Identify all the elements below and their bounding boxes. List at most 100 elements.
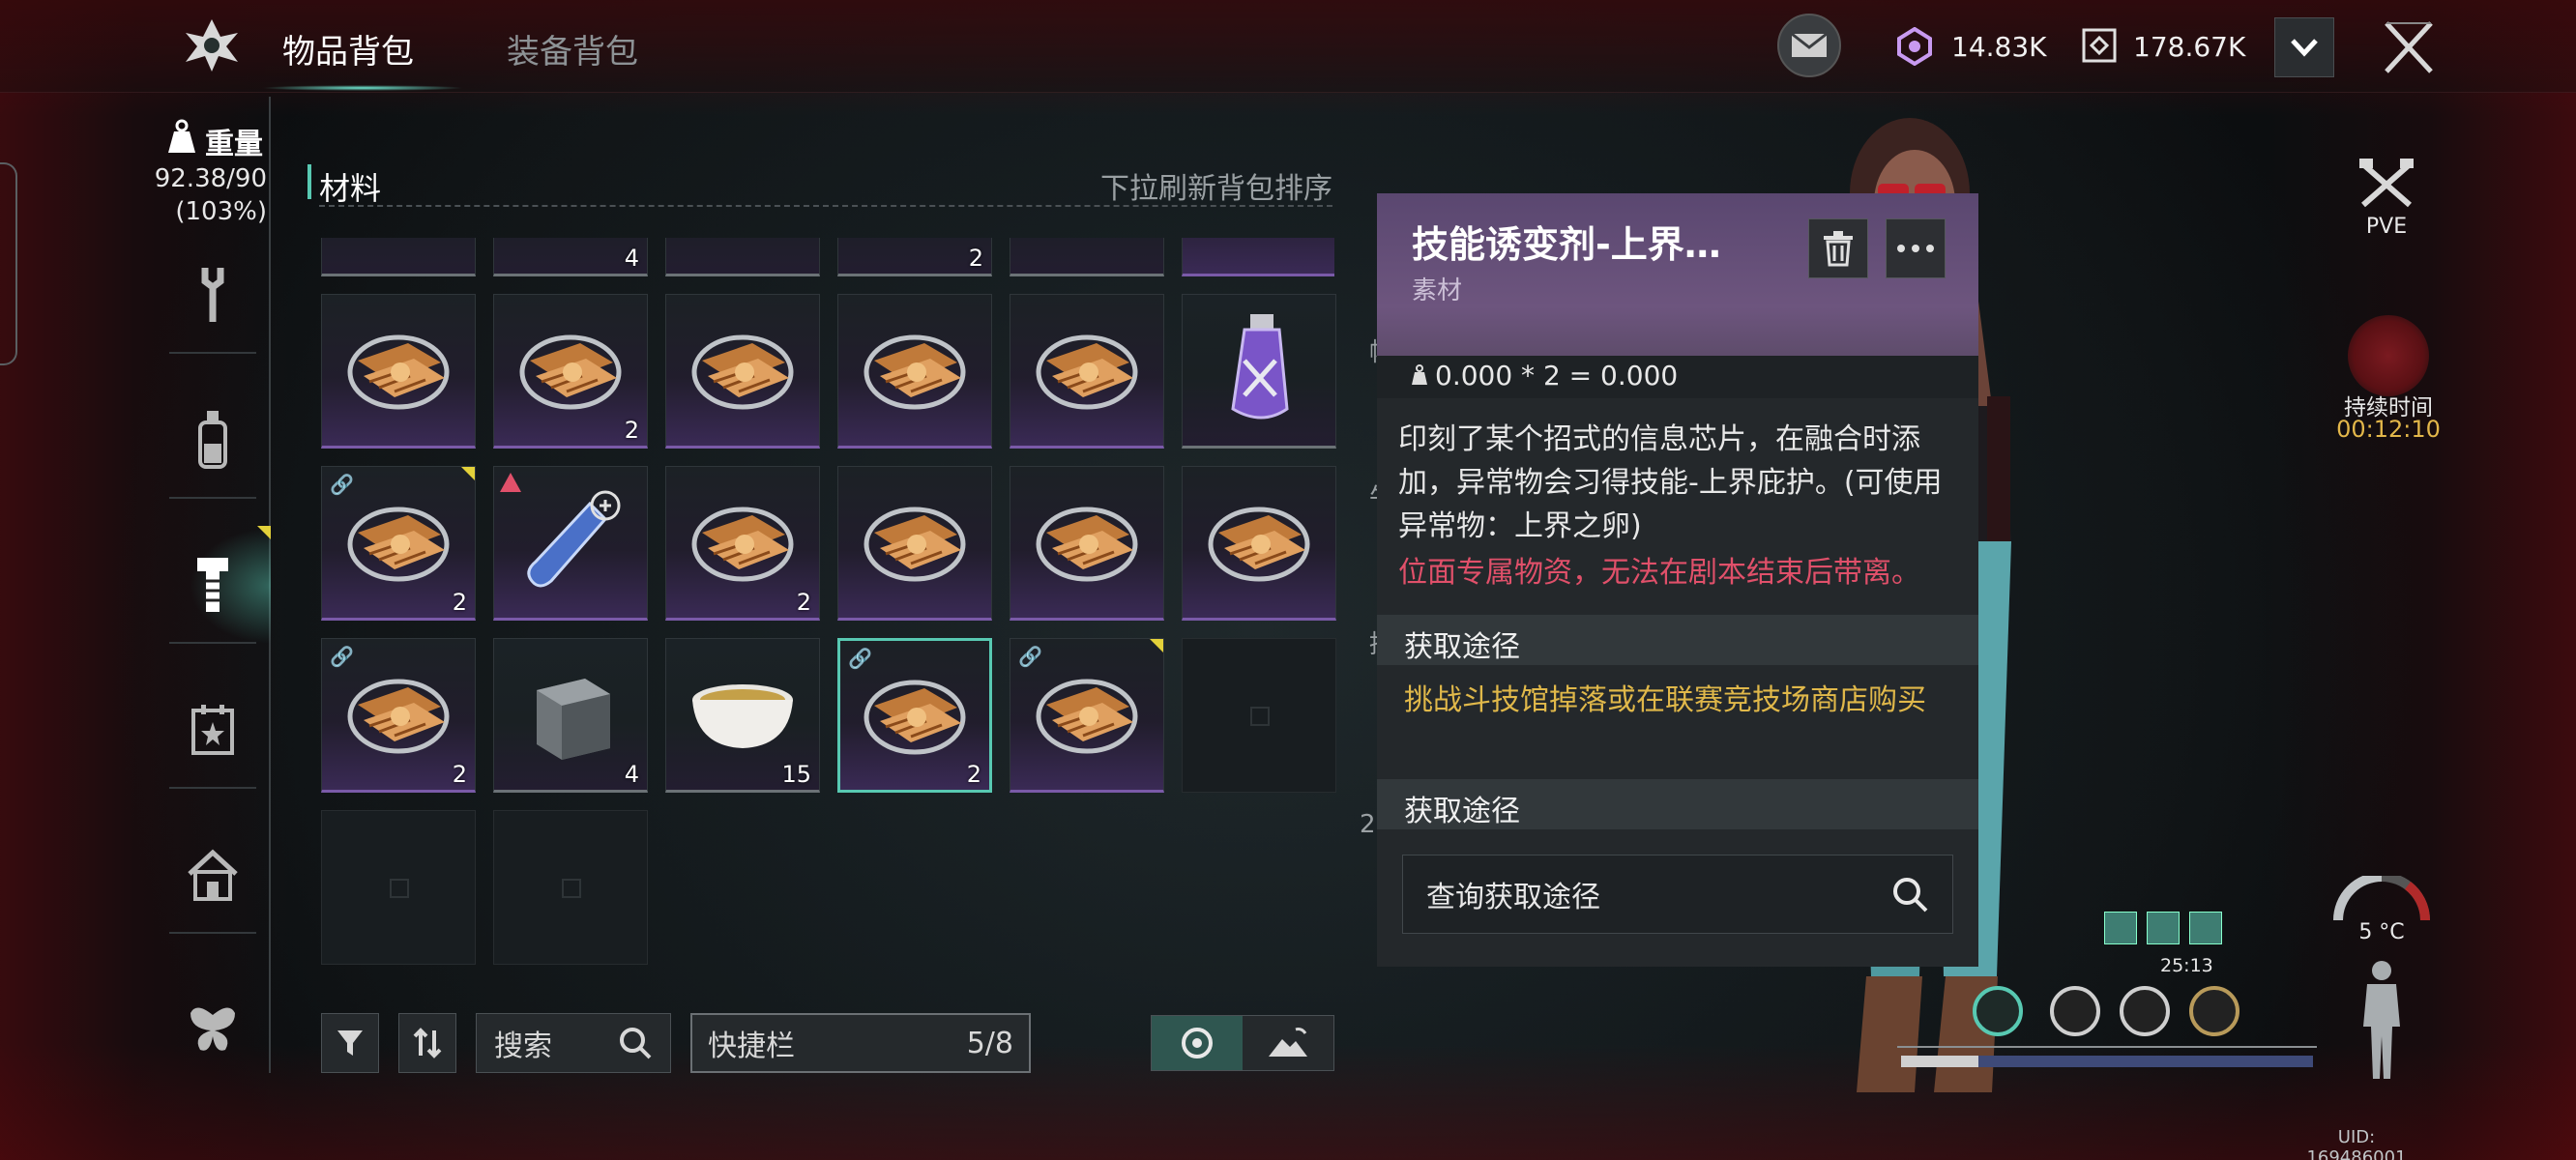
pve-crossed-guns-icon[interactable] (2357, 155, 2415, 213)
inventory-slot[interactable] (665, 294, 820, 449)
item-name: 技能诱变剂-上界… (1412, 223, 1721, 266)
stack-count: 2 (796, 589, 811, 616)
stack-count: 2 (966, 761, 981, 788)
weight-value: 92.38/90 (154, 164, 267, 193)
backpack-logo-icon (186, 19, 238, 72)
inventory-slot[interactable] (1010, 466, 1164, 621)
empty-slot[interactable] (1182, 638, 1336, 793)
chip-icon (1010, 467, 1163, 618)
coin-currency-icon (2082, 28, 2117, 63)
duration-value: 00:12:10 (2336, 416, 2441, 443)
weight-icon (168, 119, 195, 153)
weight-small-icon (1412, 364, 1427, 385)
empty-slot-placeholder-icon (390, 879, 409, 898)
partial-row: 4 2 (321, 238, 1334, 276)
butterfly-icon (190, 1007, 235, 1051)
inventory-slot[interactable] (1010, 294, 1164, 449)
sidebar-divider (169, 497, 256, 499)
stack-count: 4 (624, 761, 639, 788)
sidebar-divider (169, 352, 256, 354)
category-accent-bar (307, 164, 311, 199)
house-icon (188, 849, 238, 901)
peek-text-4: 2 (1360, 810, 1376, 839)
inventory-slot[interactable] (837, 466, 992, 621)
item-type: 素材 (1412, 276, 1463, 305)
sidebar-item-consumables[interactable] (179, 406, 247, 474)
chip-icon (1010, 295, 1163, 446)
search-button[interactable]: 搜索 (476, 1013, 671, 1073)
inventory-slot[interactable] (1182, 466, 1336, 621)
buff-orb-icon[interactable] (2348, 315, 2429, 396)
new-item-marker (257, 526, 271, 539)
gem-currency-icon (1897, 27, 1932, 66)
query-label: 查询获取途径 (1426, 881, 1600, 914)
new-item-marker (1150, 639, 1163, 652)
inventory-grid: 2 🔗 2 2 🔗 2 4 15 🔗 2 🔗 (321, 294, 1336, 971)
toggle-island-bag[interactable] (1243, 1016, 1333, 1070)
inventory-slot[interactable]: 🔗 (1010, 638, 1164, 793)
inventory-slot[interactable] (321, 294, 476, 449)
weight-label: 重量 (205, 128, 263, 161)
sidebar-item-housing[interactable] (179, 841, 247, 909)
inventory-slot[interactable]: 4 (493, 638, 648, 793)
chip-icon (838, 467, 991, 618)
body-status-icon[interactable] (2356, 959, 2408, 1083)
side-drawer-handle[interactable] (0, 162, 17, 365)
bound-link-icon: 🔗 (330, 473, 354, 496)
sidebar-item-materials[interactable] (179, 551, 247, 619)
weight-percent: (103%) (175, 197, 267, 226)
sidebar-item-tools[interactable] (179, 261, 247, 329)
filter-button[interactable] (321, 1013, 379, 1073)
temperature-value: 5 °C (2358, 920, 2405, 944)
expand-dropdown-button[interactable] (2274, 17, 2334, 77)
search-icon (1893, 878, 1928, 913)
stat-stamina-icon[interactable] (1973, 986, 2023, 1036)
island-icon (1269, 1028, 1307, 1057)
stack-count: 15 (781, 761, 811, 788)
status-buff-1-icon[interactable] (2104, 912, 2137, 944)
status-buff-3-icon[interactable] (2189, 912, 2222, 944)
calendar-star-icon (191, 705, 234, 755)
inventory-slot[interactable]: 🔗 2 (321, 466, 476, 621)
stat-food-icon[interactable] (2189, 986, 2239, 1036)
sidebar-item-pets[interactable] (179, 994, 247, 1061)
filter-icon (337, 1030, 363, 1056)
tab-equipment-backpack[interactable]: 装备背包 (507, 25, 638, 72)
close-icon[interactable] (2381, 17, 2437, 77)
tab-item-backpack[interactable]: 物品背包 (282, 25, 414, 72)
inventory-slot[interactable]: 🔗 2 (321, 638, 476, 793)
mail-icon[interactable] (1777, 14, 1841, 77)
empty-slot[interactable] (321, 810, 476, 965)
sidebar-item-events[interactable] (179, 696, 247, 764)
item-warning: 位面专属物资，无法在剧本结束后带离。 (1398, 556, 1920, 590)
stat-mind-icon[interactable] (2050, 986, 2100, 1036)
status-buff-2-icon[interactable] (2147, 912, 2180, 944)
trash-icon (1824, 231, 1853, 267)
hud-divider (1897, 1046, 2317, 1048)
quickbar-count: 5/8 (966, 1026, 1013, 1060)
inventory-slot[interactable] (1182, 294, 1336, 449)
inventory-slot[interactable]: 2 (493, 294, 648, 449)
chip-icon (838, 295, 991, 446)
refresh-hint: 下拉刷新背包排序 (1100, 172, 1332, 206)
toggle-personal-bag[interactable] (1152, 1016, 1243, 1070)
inventory-slot[interactable]: 15 (665, 638, 820, 793)
quickbar-label: 快捷栏 (708, 1030, 795, 1063)
sort-button[interactable] (398, 1013, 456, 1073)
coin-amount: 178.67K (2133, 31, 2246, 63)
more-options-button[interactable] (1886, 218, 1946, 278)
weight-formula: 0.000 * 2 = 0.000 (1435, 360, 1679, 392)
acquire-text: 挑战斗技馆掉落或在联赛竞技场商店购买 (1404, 683, 1926, 717)
inventory-slot[interactable] (837, 294, 992, 449)
stack-count: 2 (452, 761, 467, 788)
discard-button[interactable] (1808, 218, 1868, 278)
inventory-slot[interactable]: 🔗 2 (837, 638, 992, 793)
inventory-slot[interactable]: 2 (665, 466, 820, 621)
inventory-slot[interactable] (493, 466, 648, 621)
acquire-section-title-2: 获取途径 (1404, 795, 1520, 828)
stat-water-icon[interactable] (2120, 986, 2170, 1036)
quickbar-button[interactable]: 快捷栏 5/8 (690, 1013, 1031, 1073)
empty-slot[interactable] (493, 810, 648, 965)
query-acquire-button[interactable]: 查询获取途径 (1402, 855, 1953, 934)
new-item-marker (461, 467, 475, 480)
